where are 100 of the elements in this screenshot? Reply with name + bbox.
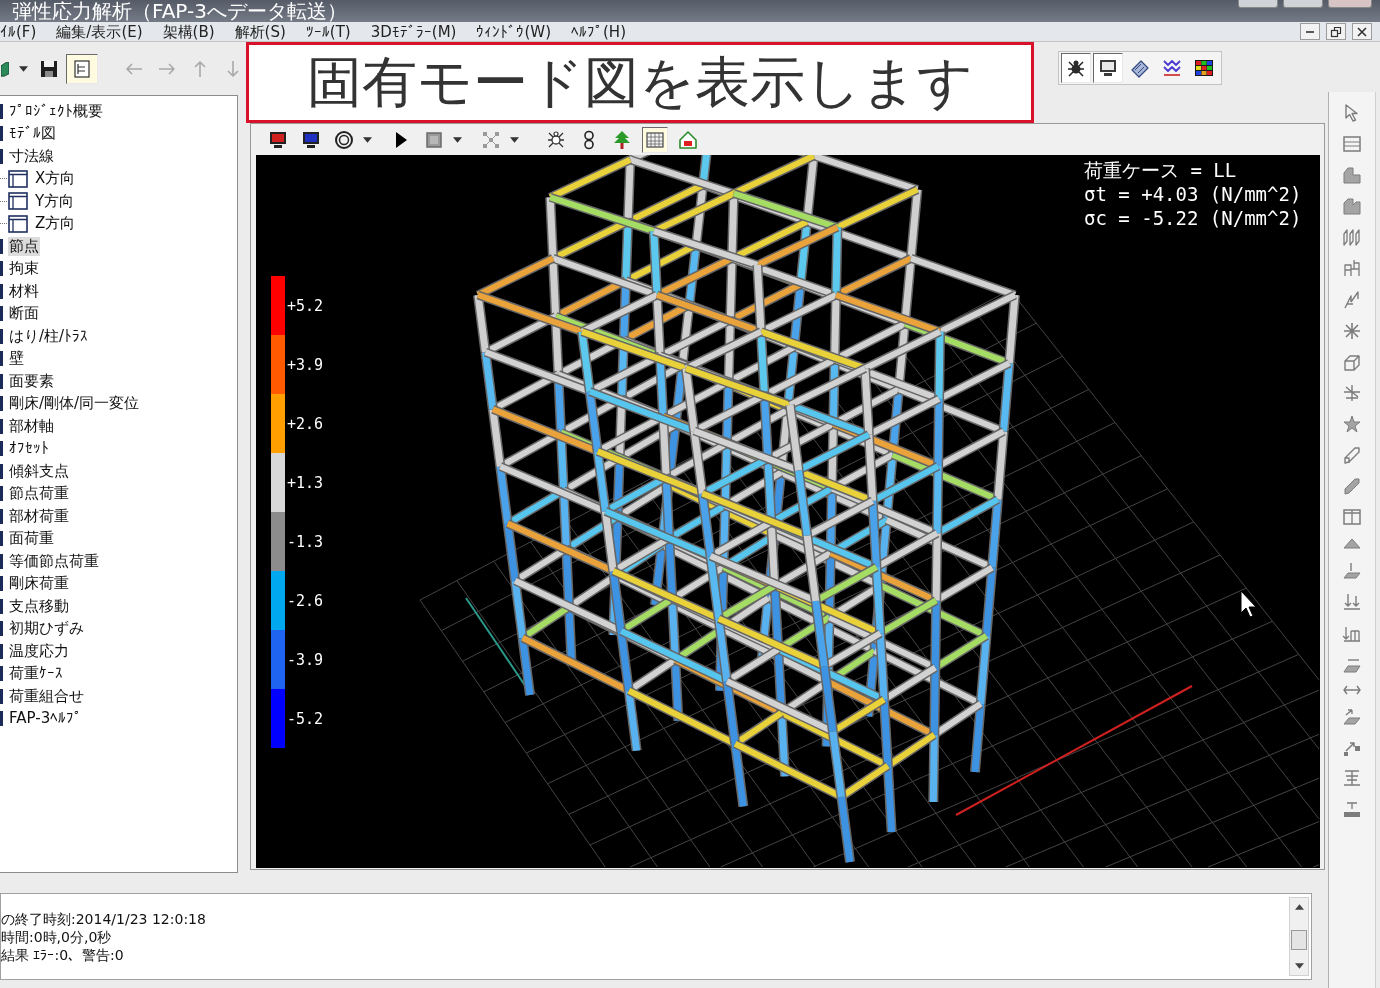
legend-label: +2.6 <box>287 414 324 433</box>
tree-node-icon <box>0 328 3 344</box>
tree-item[interactable]: 傾斜支点 <box>8 461 70 481</box>
star-icon[interactable] <box>1342 413 1362 434</box>
scrollbar-track[interactable] <box>1289 897 1309 976</box>
tree-item[interactable]: 支点移動 <box>8 596 70 616</box>
menu-item[interactable]: 解析(S) <box>234 22 286 41</box>
double-arrow-icon[interactable] <box>1342 684 1362 695</box>
pencil-icon[interactable] <box>1342 445 1362 466</box>
tree-node-icon <box>0 576 3 592</box>
brace-icon[interactable] <box>1342 289 1362 310</box>
save-icon <box>39 58 59 79</box>
document-button[interactable] <box>66 53 98 84</box>
monitor-icon <box>1098 58 1118 78</box>
tree-item[interactable]: ﾓﾃﾞﾙ図 <box>8 124 57 144</box>
monitor-icon <box>301 129 321 150</box>
tree-item[interactable]: 拘束 <box>8 259 40 279</box>
log-line: の終了時刻:2014/1/23 12:0:18 <box>1 910 206 928</box>
window-icon <box>8 169 28 188</box>
zigzag-icon <box>1162 58 1182 78</box>
square-icon <box>424 129 444 150</box>
caret-icon <box>510 136 519 143</box>
menu-item[interactable]: 架構(B) <box>162 22 215 41</box>
document-icon <box>72 58 92 79</box>
load-case-text: 荷重ケース = LL <box>1084 158 1237 182</box>
wall-icon[interactable] <box>1342 227 1362 248</box>
tree-node-icon <box>0 418 3 434</box>
tree-item[interactable]: FAP-3ﾍﾙﾌﾟ <box>8 709 84 729</box>
tree-item[interactable]: 部材荷重 <box>8 506 70 526</box>
asterisk-icon[interactable] <box>1342 320 1362 341</box>
tree-item[interactable]: 剛床荷重 <box>8 574 70 594</box>
tree-node-icon <box>0 126 3 142</box>
tree-node-icon <box>0 508 3 524</box>
menu-item[interactable]: 編集/表示(E) <box>56 22 143 41</box>
grid-button[interactable] <box>642 126 668 153</box>
scatter-icon <box>481 129 501 150</box>
menu-item[interactable]: 3Dﾓﾃﾞﾗｰ(M) <box>370 22 457 41</box>
caret-icon <box>19 65 28 72</box>
tree-item[interactable]: 断面 <box>8 304 40 324</box>
tree-item[interactable]: 節点 <box>8 236 40 256</box>
frame-icon[interactable] <box>1342 258 1362 279</box>
tree-node-icon <box>0 688 3 704</box>
legend-label: -2.6 <box>287 591 324 610</box>
tree-item[interactable]: 壁 <box>8 349 25 369</box>
tree-item[interactable]: 温度応力 <box>8 641 70 661</box>
tree-item[interactable]: 等価節点荷重 <box>8 551 100 571</box>
tag-icon <box>1130 58 1150 78</box>
block-icon[interactable] <box>1342 165 1362 186</box>
stacked-lines-icon[interactable] <box>1342 768 1362 789</box>
tree-item[interactable]: Y方向 <box>34 191 76 211</box>
tree-item[interactable]: ﾌﾟﾛｼﾞｪｸﾄ概要 <box>8 101 104 121</box>
window-icon <box>8 192 28 211</box>
load-arrow-icon[interactable] <box>1342 591 1362 612</box>
tree-item[interactable]: ｵﾌｾｯﾄ <box>8 439 50 459</box>
split-panel-icon[interactable] <box>1342 507 1362 528</box>
tree-item[interactable]: X方向 <box>34 169 77 189</box>
tree-item[interactable]: 初期ひずみ <box>8 619 85 639</box>
tree-item[interactable]: はり/柱/ﾄﾗｽ <box>8 326 90 346</box>
tree-item[interactable]: 節点荷重 <box>8 484 70 504</box>
legend-label: +5.2 <box>287 296 324 315</box>
plate-icon[interactable] <box>1342 560 1362 581</box>
menu-item[interactable]: ﾍﾙﾌﾟ(H) <box>571 22 626 41</box>
minimize-icon <box>1305 29 1315 34</box>
scrollbar-thumb[interactable] <box>1291 930 1307 950</box>
menu-item[interactable]: ｲﾙ(F) <box>0 22 37 41</box>
window-title: 弾性応力解析（FAP-3へデータ転送） <box>11 0 347 22</box>
panel-icon[interactable] <box>1342 134 1362 155</box>
tree-node-icon <box>0 531 3 547</box>
tree-item[interactable]: Z方向 <box>34 214 77 234</box>
cross-icon[interactable] <box>1342 382 1362 403</box>
triangle-icon[interactable] <box>1342 538 1362 550</box>
legend-label: -1.3 <box>287 532 324 551</box>
menu-item[interactable]: ﾂｰﾙ(T) <box>305 22 351 41</box>
tree-item[interactable]: 材料 <box>8 281 40 301</box>
legend-label: +1.3 <box>287 473 324 492</box>
tree-item[interactable]: 寸法線 <box>8 146 55 166</box>
tree-item[interactable]: 荷重組合せ <box>8 686 85 706</box>
caret-icon <box>363 136 372 143</box>
minimize-button[interactable] <box>1300 23 1320 40</box>
tree-item[interactable]: 剛床/剛体/同一変位 <box>8 394 141 414</box>
tree-node-icon <box>0 598 3 614</box>
monitor-button[interactable] <box>1093 53 1123 83</box>
maximize-button[interactable] <box>1283 0 1323 8</box>
close-button[interactable] <box>1352 23 1372 40</box>
log-line: 時間:0時,0分,0秒 <box>1 928 112 946</box>
menu-item[interactable]: ｳｨﾝﾄﾞｳ(W) <box>476 22 551 41</box>
tree-node-icon <box>0 238 3 254</box>
tree-item[interactable]: 面荷重 <box>8 529 55 549</box>
tree-item[interactable]: 面要素 <box>8 371 55 391</box>
tree-node-icon <box>0 643 3 659</box>
block-icon[interactable] <box>1342 196 1362 217</box>
restore-button[interactable] <box>1326 23 1346 40</box>
tree-item[interactable]: 部材軸 <box>8 416 55 436</box>
tensile-stress-text: σt = +4.03 (N/mm^2) <box>1084 182 1302 206</box>
tree-item[interactable]: 荷重ｹｰｽ <box>8 664 64 684</box>
bug-button[interactable] <box>1061 53 1091 83</box>
pencil-icon[interactable] <box>1342 476 1362 497</box>
close-icon <box>1357 26 1367 37</box>
bar-icon[interactable] <box>1342 799 1362 820</box>
bug-icon <box>1066 58 1086 78</box>
